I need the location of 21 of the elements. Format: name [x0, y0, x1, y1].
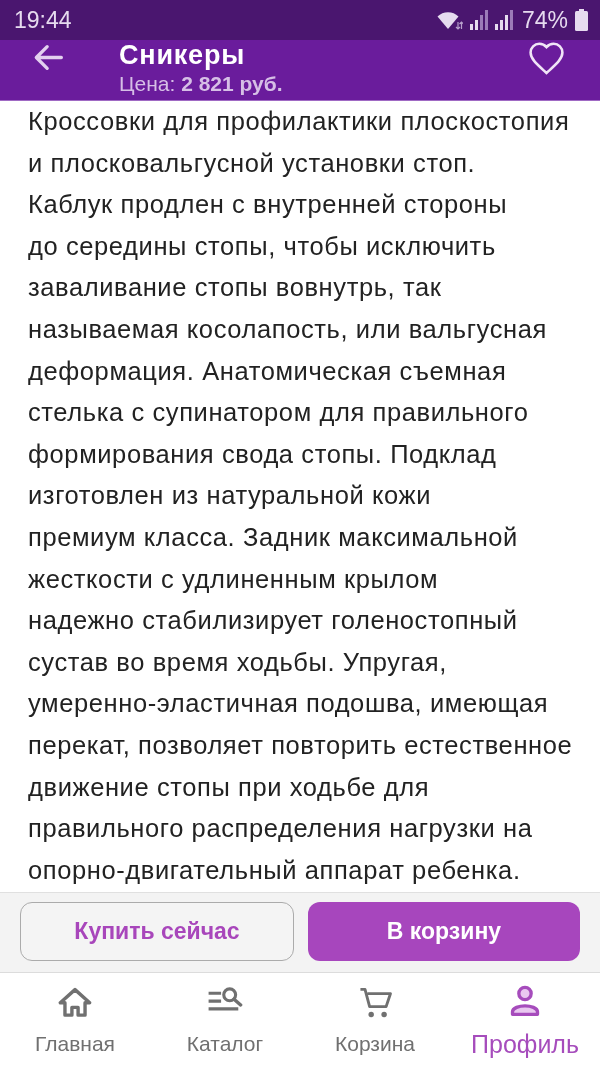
list-search-icon	[207, 987, 243, 1012]
status-time: 19:44	[14, 6, 72, 34]
product-price: Цена: 2 821 руб.	[119, 71, 283, 97]
nav-tab[interactable]: Каталог	[186, 987, 264, 1057]
wifi-icon	[436, 10, 463, 30]
signal-icon	[494, 10, 513, 30]
home-icon	[58, 987, 92, 1017]
product-description: Кроссовки для профилактики плоскостопия и плосковальгусной установки стоп. Каблук продлен с внутренней стороны до середины стопы, чтобы исключить заваливание стопы вовнутрь, так называемая косолапость, или вальгусная деформация. Анатомическая съемная стелька с супинатором для правильного формирования свода стопы. Подклад изготовлен из натуральной кожи премиум класса. Задник максимальной жесткости с удлиненным крылом надежно стабилизирует голеностопный сустав во время ходьбы. Упругая, умеренно-эластичная подошва, имеющая перекат, позволяет повторить естественное движение стопы при ходьбе для правильного распределения нагрузки на опорно-двигательный аппарат ребенка.	[28, 106, 574, 886]
cart-icon	[358, 987, 392, 1019]
back-icon[interactable]	[33, 44, 63, 71]
heart-icon[interactable]	[529, 42, 564, 75]
nav-tab[interactable]: Главная	[35, 987, 115, 1057]
signal-icon	[469, 10, 488, 30]
product-title: Сникеры	[119, 40, 246, 70]
battery-percent: 74%	[521, 6, 568, 34]
nav-tab[interactable]: Корзина	[335, 987, 415, 1057]
person-icon	[510, 985, 540, 1017]
battery-icon	[575, 9, 588, 31]
nav-tab[interactable]: Профиль	[471, 985, 579, 1057]
action-button[interactable]: Купить сейчас	[20, 902, 294, 961]
action-button[interactable]: В корзину	[308, 902, 580, 961]
